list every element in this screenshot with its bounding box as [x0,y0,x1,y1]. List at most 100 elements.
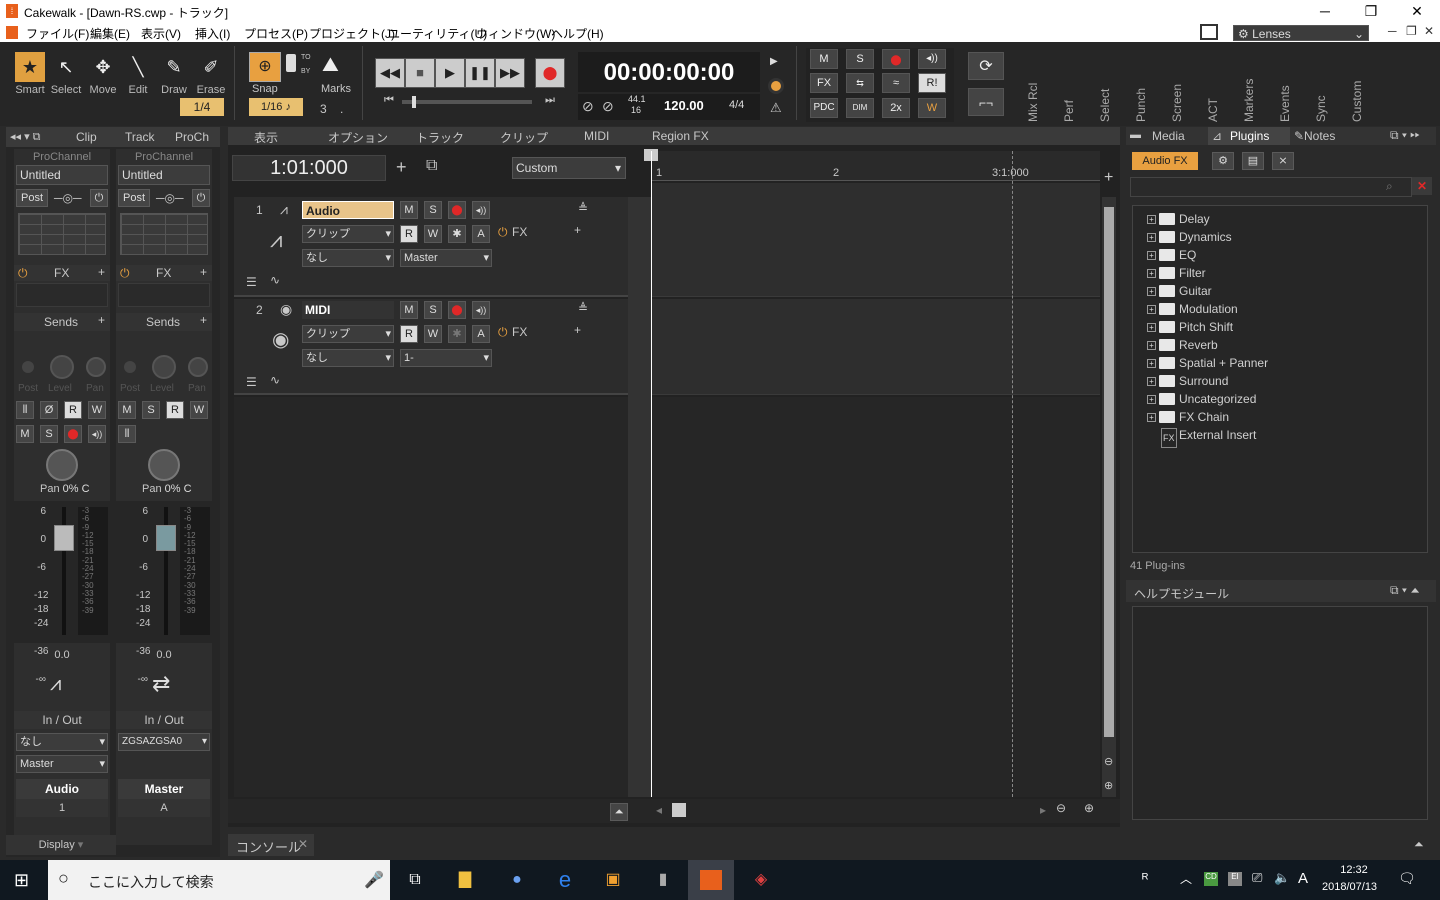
folder-pitch-shift[interactable]: + Pitch Shift [1133,318,1427,336]
archive-button[interactable]: A [472,325,490,343]
read-button[interactable]: R [400,225,418,243]
fast-forward-button[interactable]: ▶▶ [495,58,525,88]
expand-dock-icon[interactable]: ⏶ [1414,837,1424,852]
tab-media[interactable]: Media [1152,129,1185,143]
add-track-icon[interactable]: + [396,157,407,178]
module-sync[interactable]: Sync [1314,48,1328,122]
arm-button[interactable]: ⬤ [448,201,466,219]
clip-select[interactable]: クリップ ▾ [302,325,394,343]
close-icon[interactable]: ✕ [298,837,308,851]
write-button[interactable]: W [88,401,106,419]
menu-midi[interactable]: MIDI [584,129,609,143]
panel-options-icon[interactable]: ⧉ ▾ ▸▸ [1390,128,1420,143]
automation-icon[interactable]: ≈ [882,73,910,93]
volume-fader[interactable] [54,525,74,551]
menu-clip[interactable]: クリップ [500,129,548,146]
folder-guitar[interactable]: + Guitar [1133,282,1427,300]
file-explorer-icon[interactable]: ▇ [452,868,478,892]
menu-window[interactable]: ウィンドウ(W) [476,25,555,42]
input-echo-icon[interactable]: ◂)) [472,301,490,319]
mute-button[interactable]: M [400,301,418,319]
menu-view[interactable]: 表示(V) [141,25,181,42]
module-mix-recall[interactable]: Mix Rcl [1026,48,1040,122]
plugin-external-insert[interactable]: FX External Insert [1133,426,1427,448]
scroll-right-icon[interactable]: ▸ [1040,803,1046,817]
folder-surround[interactable]: + Surround [1133,372,1427,390]
menu-region-fx[interactable]: Region FX [652,129,709,143]
console-tab[interactable]: コンソール ✕ [228,834,314,856]
clock-time[interactable]: 12:32 [1326,864,1382,876]
arm-all-button[interactable]: ⬤ [882,49,910,69]
microphone-icon[interactable]: 🎤 [364,870,384,890]
now-time[interactable]: 1:01:000 [232,155,386,181]
now-slider[interactable] [402,100,532,104]
freeze-icon[interactable]: ✱ [448,225,466,243]
plugin-manager-icon[interactable]: ▤ [1242,152,1264,170]
send-pan-knob[interactable] [188,357,208,377]
expand-icon[interactable]: + [1147,251,1156,260]
maximize-button[interactable]: ❐ [1348,0,1394,22]
plugin-search[interactable] [1130,177,1412,197]
punch-icon[interactable]: ⌐¬ [968,88,1004,116]
eq-graph[interactable] [18,213,106,255]
folder-fx-chain[interactable]: + FX Chain [1133,408,1427,426]
go-end-icon[interactable]: ⏭ [545,94,555,107]
add-send-icon[interactable]: + [200,313,207,327]
menu-options[interactable]: オプション [328,129,388,146]
now-slider-thumb[interactable] [412,96,416,108]
invert-icon[interactable]: Ø [40,401,58,419]
tray-icon[interactable]: EI [1228,872,1242,886]
doc-min-button[interactable]: ─ [1388,24,1397,38]
ime-indicator[interactable]: A [1298,870,1308,887]
stop-button[interactable]: ■ [405,58,435,88]
scrollbar-thumb[interactable] [1104,207,1114,737]
pan-knob[interactable] [46,449,78,481]
panel-options-icon[interactable]: ⧉ ▾ ⏶ [1390,583,1420,598]
audio-fx-filter[interactable]: Audio FX [1132,152,1198,170]
volume-icon[interactable]: 🔈 [1274,870,1290,886]
menu-insert[interactable]: 挿入(I) [195,25,230,42]
volume-fader[interactable] [156,525,176,551]
chevron-up-icon[interactable]: ︿ [1180,870,1192,887]
clips-lane-midi[interactable] [652,299,1100,395]
edge-icon[interactable]: e [552,868,578,892]
lenses-dropdown[interactable]: ⚙ Lenses ⌄ [1233,25,1369,41]
expand-icon[interactable]: ⏶ [610,803,628,821]
add-fx-icon[interactable]: + [574,323,581,337]
solo-all-button[interactable]: S [846,49,874,69]
mute-button[interactable]: M [118,401,136,419]
input-select[interactable]: なし ▾ [302,349,394,367]
plugin-layout-icon[interactable]: ⚙ [1212,152,1234,170]
tempo-value[interactable]: 120.00 [664,98,704,113]
expand-icon[interactable]: + [1147,215,1156,224]
folder-dynamics[interactable]: + Dynamics [1133,228,1427,246]
horizontal-scroll-thumb[interactable] [672,803,686,817]
preset-field[interactable]: Untitled [118,165,210,185]
module-markers[interactable]: Markers [1242,48,1256,122]
tray-icon[interactable]: CD [1204,872,1218,886]
write-button[interactable]: W [424,225,442,243]
rewind-button[interactable]: ◀◀ [375,58,405,88]
expand-icon[interactable]: + [1147,413,1156,422]
doc-restore-button[interactable]: ❐ [1406,24,1417,38]
metronome-icon[interactable]: ⊘ [602,98,614,115]
tab-track[interactable]: Track [125,130,155,144]
solo-button[interactable]: S [40,425,58,443]
play-button[interactable]: ▶ [435,58,465,88]
module-act[interactable]: ACT [1206,48,1220,122]
metronome-toggle-icon[interactable]: ⚠ [770,100,782,116]
input-select[interactable]: なし ▾ [302,249,394,267]
module-custom[interactable]: Custom [1350,48,1364,122]
network-icon[interactable]: ⎚ [1252,870,1262,886]
track-name[interactable]: MIDI [302,301,394,319]
write-button[interactable]: W [424,325,442,343]
snap-toggle[interactable] [286,54,296,72]
power-icon[interactable]: ⏻ [192,189,210,207]
fx-bin[interactable] [118,283,210,307]
output-select[interactable]: Master ▾ [16,755,108,773]
module-punch[interactable]: Punch [1134,48,1148,122]
expand-icon[interactable]: + [1147,323,1156,332]
pause-button[interactable]: ❚❚ [465,58,495,88]
track-header-midi[interactable]: 2 ◉ MIDI M S ⬤ ◂)) ≜ ◉ クリップ ▾ R W ✱ A ⏻ F… [234,299,628,395]
workspace-select[interactable]: Custom ▾ [512,157,626,179]
